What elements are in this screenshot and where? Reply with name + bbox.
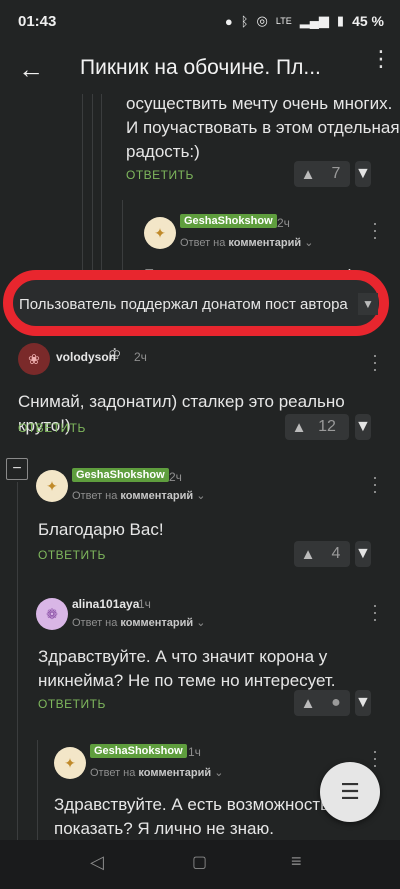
system-nav-bar: ◁ ▢ ≡ <box>0 840 400 889</box>
chevron-down-icon: ⌄ <box>304 237 314 249</box>
rating-score: 7 <box>331 165 341 182</box>
avatar[interactable]: ❀ <box>18 343 50 375</box>
chevron-down-icon: ⌄ <box>214 767 224 779</box>
upvote-icon[interactable]: ▲ <box>285 419 313 436</box>
back-arrow-icon[interactable]: ← <box>18 54 44 85</box>
nav-back-icon[interactable]: ◁ <box>90 852 104 873</box>
comment-text: Благодарю Вас! <box>38 520 164 539</box>
thread-line <box>37 740 38 840</box>
clock: 01:43 <box>18 13 57 30</box>
rating-widget: ▲ ● <box>294 690 350 716</box>
upvote-icon[interactable]: ▲ <box>294 546 322 563</box>
author-badge[interactable]: GeshaShokshow <box>90 744 187 758</box>
comment-text: осуществить мечту очень многих. И поучас… <box>126 94 400 161</box>
chat-icon: ☰ <box>340 779 360 804</box>
comment-menu-icon[interactable]: · · · <box>372 214 378 246</box>
reply-to-meta[interactable]: Ответ на комментарий ⌄ <box>180 236 313 249</box>
donation-banner-text: Пользователь поддержал донатом пост авто… <box>19 296 348 313</box>
downvote-icon[interactable]: ▼ <box>355 690 371 716</box>
rating-score: 4 <box>331 545 341 562</box>
hotspot-icon: ◎ <box>256 13 268 28</box>
upvote-icon[interactable]: ▲ <box>294 166 322 183</box>
comment-menu-icon[interactable]: · · · <box>372 346 378 378</box>
rating-widget: ▲ 4 <box>294 541 350 567</box>
comment-time: 2ч <box>277 216 290 230</box>
reply-to-meta[interactable]: Ответ на комментарий ⌄ <box>90 766 223 779</box>
crown-icon: ♔ <box>108 346 122 363</box>
reply-to-meta[interactable]: Ответ на комментарий ⌄ <box>72 489 205 502</box>
nav-home-icon[interactable]: ▢ <box>192 852 207 872</box>
reply-button[interactable]: ОТВЕТИТЬ <box>126 168 194 182</box>
reply-button[interactable]: ОТВЕТИТЬ <box>38 697 106 711</box>
rating-widget: ▲ 7 <box>294 161 350 187</box>
username[interactable]: alina101aya <box>72 597 139 611</box>
downvote-icon[interactable]: ▼ <box>355 414 371 440</box>
rating-score: 12 <box>318 418 336 435</box>
notification-dot-icon: ● <box>224 13 233 29</box>
status-bar: 01:43 ● ᛒ ◎ LTE ▂▄▆ ▮ 45 % <box>0 0 400 44</box>
avatar[interactable]: ✦ <box>54 747 86 779</box>
comment-time: 1ч <box>138 597 151 611</box>
network-label: LTE <box>275 16 292 26</box>
comment-text: Здравствуйте. А есть возможность с показ… <box>54 795 343 838</box>
reply-button[interactable]: ОТВЕТИТЬ <box>38 548 106 562</box>
thread-line <box>82 94 83 294</box>
rating-widget: ▲ 12 <box>285 414 349 440</box>
author-badge[interactable]: GeshaShokshow <box>72 468 169 482</box>
collapse-thread-button[interactable]: − <box>6 458 28 480</box>
avatar[interactable]: ✦ <box>36 470 68 502</box>
status-icons: ● ᛒ ◎ LTE ▂▄▆ ▮ 45 % <box>225 13 384 29</box>
author-badge[interactable]: GeshaShokshow <box>180 214 277 228</box>
more-menu-icon[interactable]: ⋮ <box>370 48 392 70</box>
comment-menu-icon[interactable]: · · · <box>372 596 378 628</box>
chevron-down-icon: ⌄ <box>196 490 206 502</box>
comment-fab-button[interactable]: ☰ <box>320 762 380 822</box>
nav-recents-icon[interactable]: ≡ <box>291 851 302 872</box>
comment-time: 1ч <box>188 745 201 759</box>
downvote-icon[interactable]: ▼ <box>358 293 378 315</box>
comment-text: Здравствуйте. А что значит корона у никн… <box>38 647 336 690</box>
username[interactable]: volodyson <box>56 350 116 364</box>
battery-icon: ▮ <box>336 13 345 28</box>
downvote-icon[interactable]: ▼ <box>355 161 371 187</box>
comment-menu-icon[interactable]: · · · <box>372 468 378 500</box>
reply-to-meta[interactable]: Ответ на комментарий ⌄ <box>72 616 205 629</box>
battery-percent: 45 % <box>352 13 384 29</box>
comment-time: 2ч <box>134 350 147 364</box>
reply-button[interactable]: ОТВЕТИТЬ <box>18 421 86 435</box>
avatar[interactable]: ❁ <box>36 598 68 630</box>
bluetooth-icon: ᛒ <box>240 13 249 29</box>
signal-icon: ▂▄▆ <box>299 13 329 28</box>
rating-score-hidden-icon: ● <box>331 694 341 711</box>
avatar[interactable]: ✦ <box>144 217 176 249</box>
app-header: ← Пикник на обочине. Пл... ⋮ <box>0 44 400 94</box>
downvote-icon[interactable]: ▼ <box>355 541 371 567</box>
thread-line <box>17 482 18 840</box>
upvote-icon[interactable]: ▲ <box>294 695 322 712</box>
chevron-down-icon: ⌄ <box>196 617 206 629</box>
page-title: Пикник на обочине. Пл... <box>80 56 321 79</box>
comment-time: 2ч <box>169 470 182 484</box>
thread-line <box>92 94 93 294</box>
thread-line <box>101 94 102 294</box>
